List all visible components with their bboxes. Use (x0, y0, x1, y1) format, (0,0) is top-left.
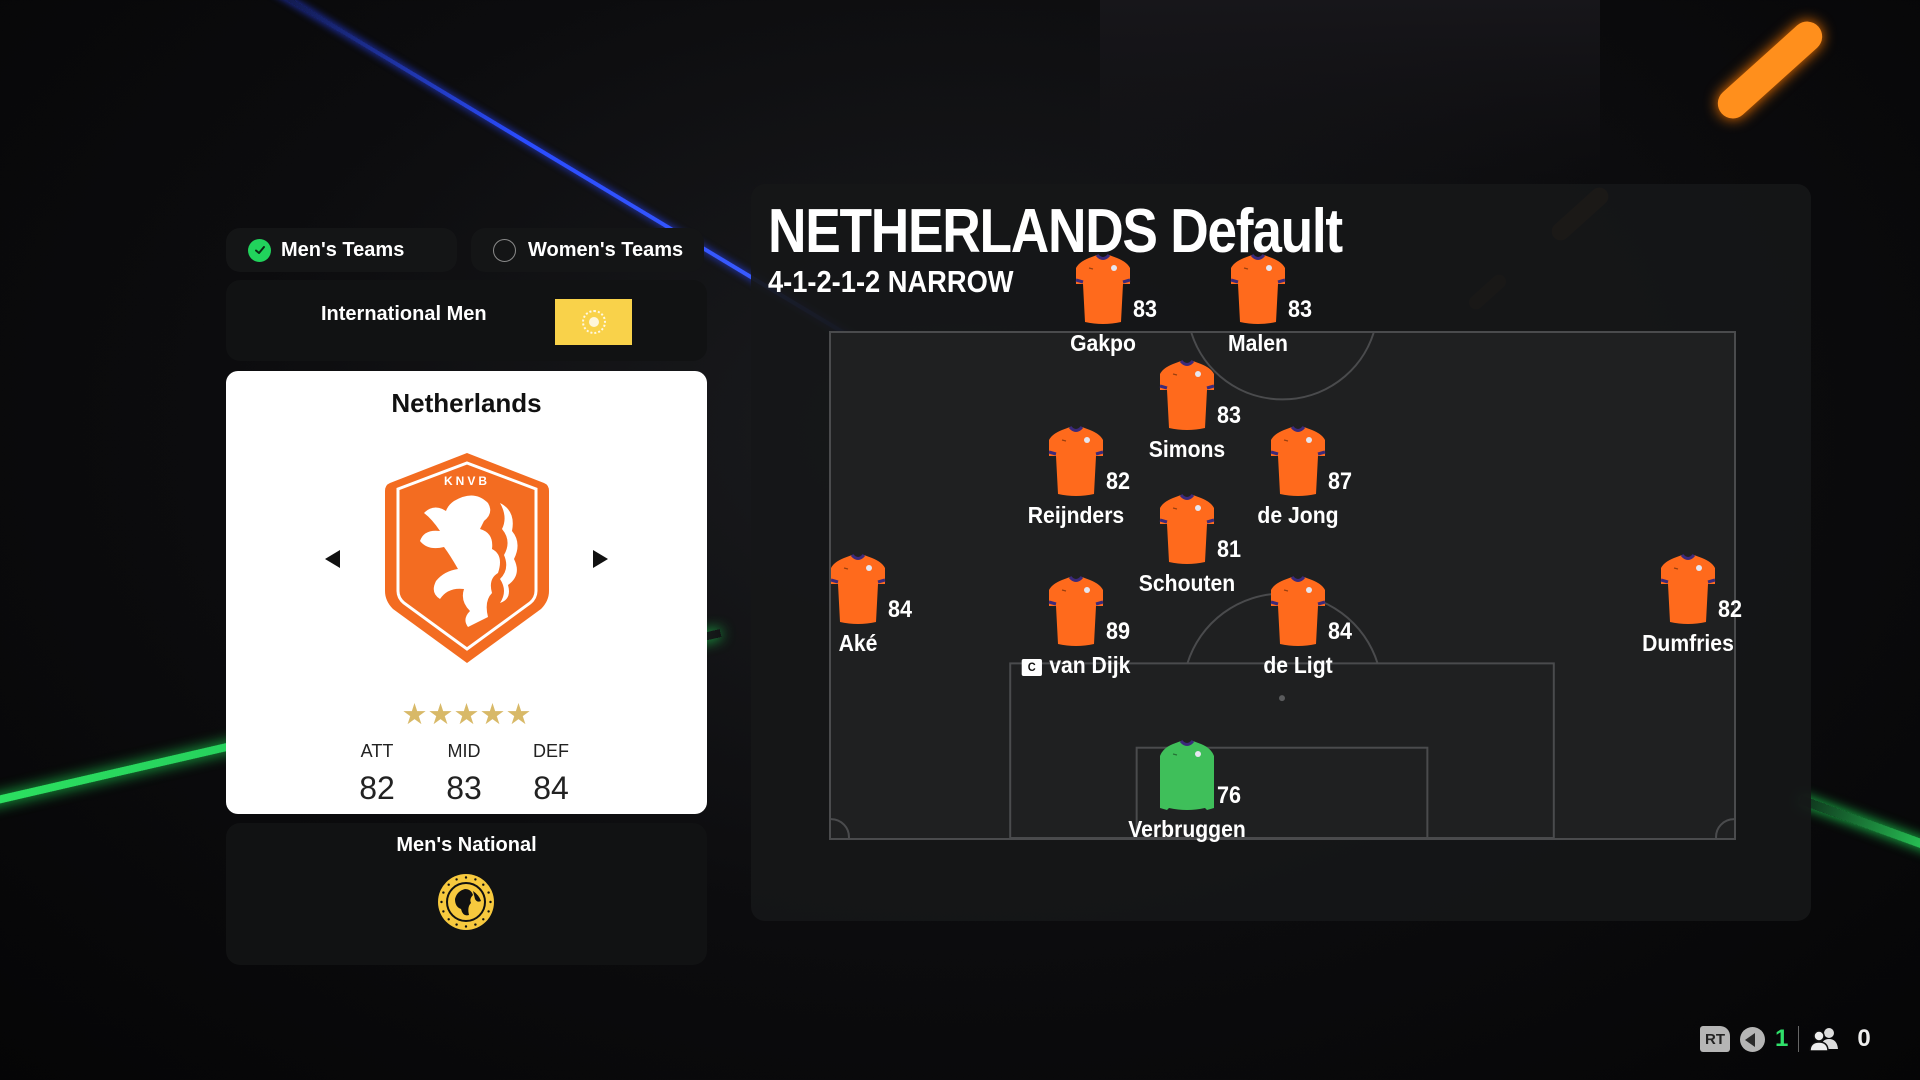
league-panel[interactable]: Men's National (226, 823, 707, 965)
kit-shirt-icon (1048, 426, 1104, 496)
player-name: van Dijk (1049, 652, 1131, 678)
international-flag-icon (555, 299, 632, 345)
kit-shirt-icon (830, 554, 886, 624)
radio-unchecked-icon (493, 238, 516, 262)
stat-att: ATT 82 (337, 741, 417, 807)
player-name-wrap: Cvan Dijk (1002, 652, 1149, 679)
team-name: Netherlands (391, 388, 542, 418)
formation-label: 4-1-2-1-2 NARROW (768, 264, 1014, 299)
player-rating: 84 (888, 596, 913, 623)
tab-womens-teams[interactable]: Women's Teams (471, 228, 704, 272)
bottom-status-hud: RT 1 0 (1700, 1022, 1871, 1056)
globe-icon (581, 310, 606, 334)
player-name: Aké (838, 630, 878, 656)
radio-checked-icon (248, 238, 271, 262)
stat-value: 83 (446, 770, 482, 806)
player-name-wrap: Aké (784, 630, 931, 657)
player-name-wrap: de Ligt (1224, 652, 1371, 679)
player-rating: 89 (1106, 618, 1131, 645)
player-name: Dumfries (1642, 630, 1734, 656)
player-rating: 83 (1133, 296, 1158, 323)
kit-shirt-icon (1270, 576, 1326, 646)
player-name: Simons (1148, 436, 1226, 462)
kit-shirt-icon (1270, 426, 1326, 496)
party-count: 0 (1857, 1025, 1871, 1052)
player-slot[interactable]: 84 Aké (778, 554, 938, 657)
mens-national-globe-badge-icon (438, 874, 494, 930)
voice-count: 1 (1775, 1025, 1789, 1052)
player-name-wrap: Verbruggen (1113, 816, 1260, 843)
player-rating: 83 (1288, 296, 1313, 323)
kit-shirt-icon (1159, 494, 1215, 564)
tab-mens-teams[interactable]: Men's Teams (226, 228, 457, 272)
stat-label: MID (447, 741, 481, 761)
kit-shirt-icon (1660, 554, 1716, 624)
team-card: Netherlands KNVB ★★★★★ ATT 82 MID 83 DEF… (226, 371, 707, 814)
player-name: Gakpo (1070, 330, 1136, 356)
kit-shirt-icon (1230, 254, 1286, 324)
player-name: Verbruggen (1128, 816, 1246, 842)
stat-value: 84 (533, 770, 569, 806)
player-name-wrap: Dumfries (1614, 630, 1761, 657)
voice-chat-icon (1740, 1026, 1765, 1052)
background-green-light-beam-right (1798, 795, 1920, 859)
player-slot[interactable]: 84 de Ligt (1218, 576, 1378, 679)
rt-button-icon: RT (1700, 1026, 1730, 1052)
kit-shirt-icon (1159, 360, 1215, 430)
arrow-right-icon[interactable] (593, 550, 608, 568)
background-ceiling (1100, 0, 1600, 180)
kit-shirt-icon (1075, 254, 1131, 324)
player-slot[interactable]: 76 Verbruggen (1107, 740, 1267, 843)
tab-label: Women's Teams (528, 238, 684, 261)
player-slot[interactable]: 89 Cvan Dijk (996, 576, 1156, 679)
star-rating: ★★★★★ (401, 699, 532, 731)
knvb-lion-crest-icon: KNVB (385, 453, 549, 663)
player-rating: 82 (1718, 596, 1743, 623)
background-orange-light (1711, 15, 1829, 125)
player-rating: 87 (1328, 468, 1353, 495)
player-name: Malen (1228, 330, 1288, 356)
player-name: de Jong (1257, 502, 1339, 528)
player-rating: 76 (1217, 782, 1242, 809)
league-selector-label: International Men (321, 303, 487, 325)
player-slot[interactable]: 82 Dumfries (1608, 554, 1768, 657)
league-selector[interactable]: International Men (226, 280, 707, 361)
player-rating: 84 (1328, 618, 1353, 645)
goalkeeper-kit-icon (1160, 740, 1214, 810)
stat-mid: MID 83 (424, 741, 504, 807)
player-slot[interactable]: 83 Gakpo (1023, 254, 1183, 357)
player-name-wrap: Gakpo (1029, 330, 1176, 357)
arrow-left-icon[interactable] (325, 550, 340, 568)
tab-label: Men's Teams (281, 238, 405, 261)
kit-shirt-icon (1048, 576, 1104, 646)
stat-label: ATT (360, 741, 394, 761)
player-rating: 82 (1106, 468, 1131, 495)
league-name: Men's National (396, 834, 537, 856)
player-rating: 81 (1217, 536, 1242, 563)
player-slot[interactable]: 83 Malen (1178, 254, 1338, 357)
squad-panel: NETHERLANDS Default 4-1-2-1-2 NARROW 83 G… (751, 184, 1811, 921)
party-members-icon (1809, 1027, 1839, 1051)
captain-badge: C (1021, 659, 1042, 676)
player-name-wrap: Malen (1184, 330, 1331, 357)
stat-value: 82 (359, 770, 395, 806)
stat-def: DEF 84 (511, 741, 591, 807)
player-name: de Ligt (1263, 652, 1333, 678)
stat-label: DEF (533, 741, 569, 761)
svg-text:KNVB: KNVB (444, 474, 490, 488)
divider (1798, 1026, 1800, 1052)
